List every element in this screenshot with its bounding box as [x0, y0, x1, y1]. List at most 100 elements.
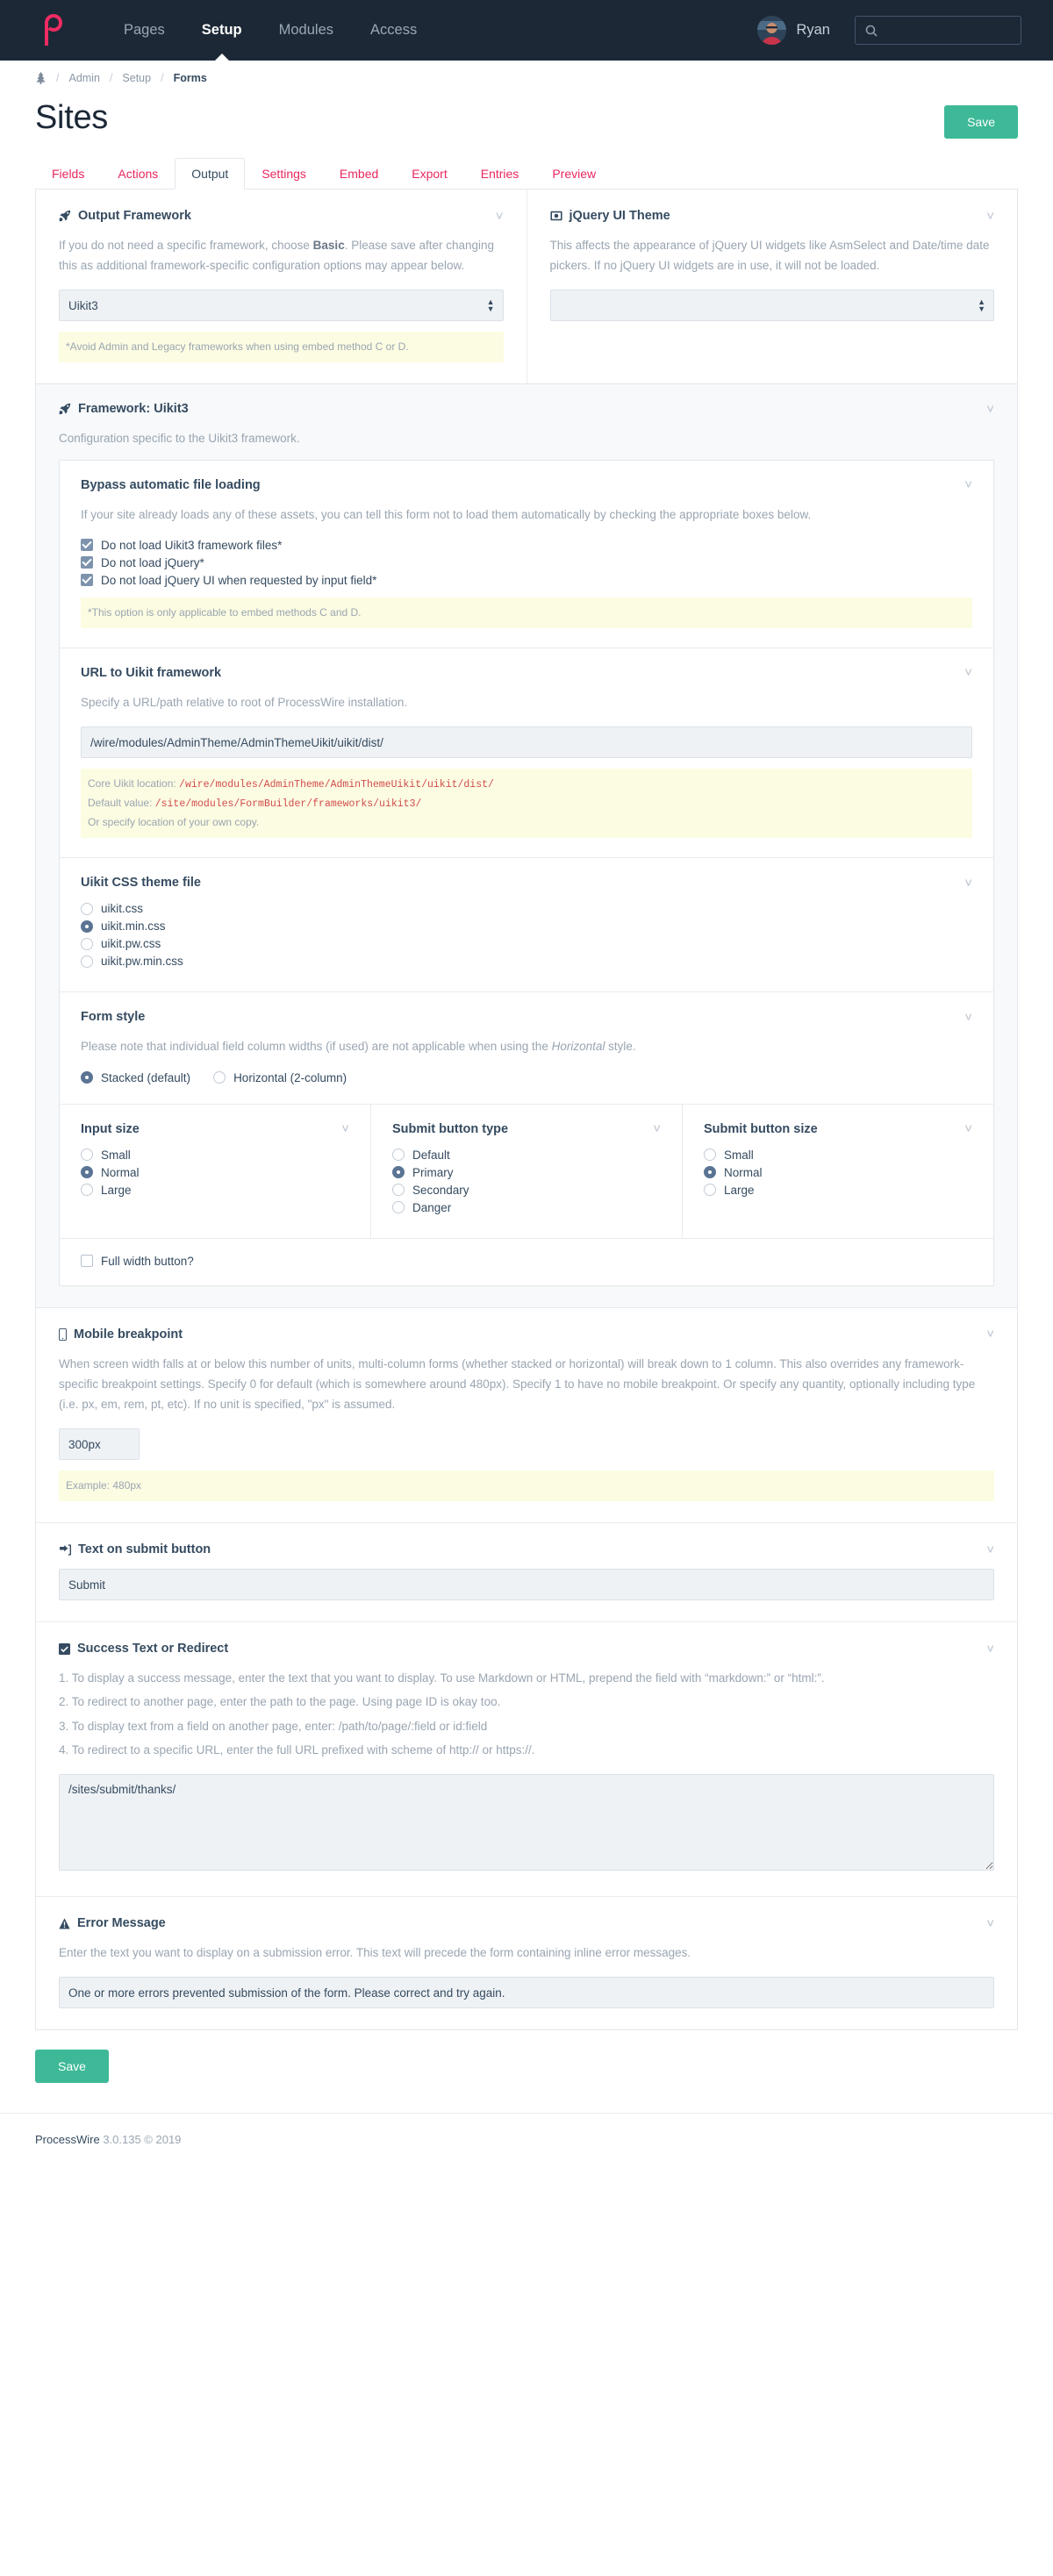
chevron-down-icon[interactable]: ˅: [986, 1327, 994, 1341]
mobile-breakpoint-field: Mobile breakpoint ˅ When screen width fa…: [36, 1308, 1017, 1523]
chevron-down-icon[interactable]: ˅: [964, 877, 972, 890]
radio-btn-size-normal[interactable]: Normal: [704, 1166, 972, 1179]
search-icon: [865, 25, 878, 37]
chevron-down-icon[interactable]: ˅: [964, 478, 972, 491]
search-input[interactable]: [855, 16, 1021, 45]
jquery-ui-theme-description: This affects the appearance of jQuery UI…: [549, 239, 990, 273]
chevron-down-icon[interactable]: ˅: [986, 210, 994, 223]
save-button-top[interactable]: Save: [944, 105, 1018, 139]
chevron-down-icon[interactable]: ˅: [986, 403, 994, 416]
radio-icon: [81, 1071, 93, 1084]
uikit-url-input[interactable]: [81, 726, 972, 759]
radio-stacked[interactable]: Stacked (default): [81, 1071, 190, 1084]
rocket-icon: [59, 403, 71, 415]
breadcrumb-item-admin[interactable]: Admin: [68, 72, 99, 84]
css-theme-title: Uikit CSS theme file: [81, 876, 201, 891]
tab-fields[interactable]: Fields: [35, 158, 101, 189]
chevron-down-icon[interactable]: ˅: [653, 1122, 661, 1135]
radio-input-size-normal[interactable]: Normal: [81, 1166, 349, 1179]
radio-icon: [81, 955, 93, 968]
error-message-input[interactable]: [59, 1977, 994, 2009]
chevron-down-icon[interactable]: ˅: [964, 666, 972, 679]
checkbox-label: Full width button?: [101, 1254, 194, 1268]
nav-item-modules[interactable]: Modules: [261, 0, 352, 61]
breadcrumb-sep: /: [109, 72, 113, 84]
radio-btn-type-secondary[interactable]: Secondary: [392, 1184, 661, 1197]
nav-item-setup[interactable]: Setup: [183, 0, 261, 61]
radio-uikit-min-css[interactable]: uikit.min.css: [81, 919, 972, 933]
breadcrumb-sep: /: [161, 72, 164, 84]
radio-label: uikit.min.css: [101, 919, 166, 934]
chevron-down-icon[interactable]: ˅: [964, 1011, 972, 1024]
tab-settings[interactable]: Settings: [245, 158, 323, 189]
radio-input-size-small[interactable]: Small: [81, 1148, 349, 1162]
output-framework-select[interactable]: Uikit3: [59, 290, 504, 322]
success-line-4: 4. To redirect to a specific URL, enter …: [59, 1742, 535, 1757]
submit-text-field: Text on submit button ˅: [36, 1522, 1017, 1621]
checkbox-label: Do not load jQuery UI when requested by …: [101, 573, 377, 587]
form-style-field: Form style ˅ Please note that individual…: [60, 991, 993, 1103]
checkbox-no-jquery-ui[interactable]: Do not load jQuery UI when requested by …: [81, 574, 972, 587]
tree-icon[interactable]: [35, 72, 47, 84]
radio-uikit-pw-min-css[interactable]: uikit.pw.min.css: [81, 955, 972, 968]
uikit-url-title: URL to Uikit framework: [81, 665, 222, 680]
radio-btn-size-small[interactable]: Small: [704, 1148, 972, 1162]
mobile-breakpoint-input[interactable]: [59, 1428, 140, 1461]
tab-embed[interactable]: Embed: [323, 158, 395, 189]
checkbox-full-width-button[interactable]: Full width button?: [81, 1255, 972, 1268]
sign-in-icon: [59, 1544, 71, 1556]
error-message-title: Error Message: [59, 1916, 166, 1930]
radio-btn-size-large[interactable]: Large: [704, 1184, 972, 1197]
radio-uikit-pw-css[interactable]: uikit.pw.css: [81, 937, 972, 950]
processwire-logo-icon[interactable]: [35, 12, 72, 49]
radio-label: Small: [724, 1148, 754, 1162]
submit-text-title-text: Text on submit button: [78, 1542, 211, 1557]
tab-output[interactable]: Output: [175, 158, 246, 190]
nav-item-access[interactable]: Access: [352, 0, 435, 61]
radio-label: Small: [101, 1148, 131, 1162]
checkbox-icon: [81, 539, 93, 552]
radio-label: Stacked (default): [101, 1070, 191, 1084]
tab-actions[interactable]: Actions: [101, 158, 175, 189]
radio-icon: [704, 1148, 716, 1162]
radio-btn-type-danger[interactable]: Danger: [392, 1201, 661, 1214]
chevron-down-icon[interactable]: ˅: [986, 1642, 994, 1656]
checkbox-no-jquery[interactable]: Do not load jQuery*: [81, 556, 972, 569]
radio-icon: [81, 1184, 93, 1197]
chevron-down-icon[interactable]: ˅: [964, 1122, 972, 1135]
main-content: Output Framework ˅ If you do not need a …: [0, 189, 1053, 2084]
radio-icon: [81, 902, 93, 915]
checkbox-label: Do not load jQuery*: [101, 555, 204, 569]
submit-button-size-title: Submit button size: [704, 1121, 818, 1136]
submit-text-input[interactable]: [59, 1569, 994, 1601]
radio-icon: [81, 1148, 93, 1162]
radio-horizontal[interactable]: Horizontal (2-column): [213, 1071, 347, 1084]
mobile-icon: [59, 1327, 67, 1341]
tab-bar: Fields Actions Output Settings Embed Exp…: [0, 158, 1053, 190]
radio-btn-type-primary[interactable]: Primary: [392, 1166, 661, 1179]
save-button-bottom[interactable]: Save: [35, 2050, 109, 2084]
radio-uikit-css[interactable]: uikit.css: [81, 902, 972, 915]
framework-title-text: Framework: Uikit3: [78, 402, 189, 417]
footer-product-name: ProcessWire: [35, 2133, 100, 2147]
tab-export[interactable]: Export: [395, 158, 463, 189]
breadcrumb-item-forms[interactable]: Forms: [174, 72, 207, 84]
radio-label: uikit.css: [101, 902, 144, 916]
nav-item-pages[interactable]: Pages: [105, 0, 183, 61]
uikit-url-description: Specify a URL/path relative to root of P…: [81, 695, 408, 709]
rocket-icon: [59, 210, 71, 222]
radio-btn-type-default[interactable]: Default: [392, 1148, 661, 1162]
chevron-down-icon[interactable]: ˅: [496, 210, 504, 223]
checkbox-no-uikit3-files[interactable]: Do not load Uikit3 framework files*: [81, 539, 972, 552]
jquery-ui-theme-field: jQuery UI Theme ˅ This affects the appea…: [526, 190, 1018, 384]
chevron-down-icon[interactable]: ˅: [986, 1917, 994, 1930]
chevron-down-icon[interactable]: ˅: [341, 1122, 349, 1135]
chevron-down-icon[interactable]: ˅: [986, 1543, 994, 1556]
breadcrumb-item-setup[interactable]: Setup: [122, 72, 151, 84]
tab-entries[interactable]: Entries: [464, 158, 536, 189]
radio-input-size-large[interactable]: Large: [81, 1184, 349, 1197]
tab-preview[interactable]: Preview: [535, 158, 612, 189]
jquery-ui-theme-select[interactable]: [549, 290, 994, 322]
avatar[interactable]: [757, 16, 787, 45]
success-text-textarea[interactable]: /sites/submit/thanks/: [59, 1774, 994, 1871]
